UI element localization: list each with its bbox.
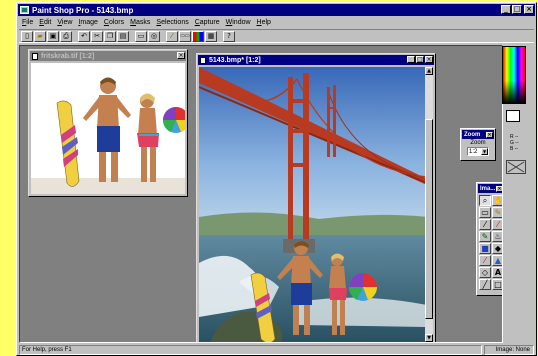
document-icon	[200, 56, 206, 64]
document-title: fritskrab.tif [1:2]	[41, 52, 95, 60]
tools-palette[interactable]: Ima... × ⌕ ✋ ▭ ✎ ⁄ ⁄ ✎ ♨ ■ ◆ ⁄ ▲ ◇ A ╱ □	[476, 182, 502, 296]
status-bar: For Help, press F1 Image: None	[19, 345, 534, 355]
brush-icon[interactable]: ⁄	[166, 30, 178, 42]
children-image	[31, 63, 185, 194]
title-bar[interactable]: Paint Shop Pro - 5143.bmp _ □ ×	[18, 4, 535, 16]
zoom-palette-title[interactable]: Zoom ×	[462, 130, 494, 139]
status-help-text: For Help, press F1	[19, 345, 482, 355]
minimize-icon[interactable]: _	[407, 56, 415, 63]
eraser-tool-icon[interactable]: ◆	[492, 243, 502, 254]
copy-icon[interactable]: ❐	[104, 30, 116, 42]
close-icon[interactable]: ×	[177, 52, 185, 59]
menu-bar: File Edit View Image Colors Masks Select…	[18, 17, 535, 27]
toolbar: ▯ ▰ ▣ ⎙ ↶ ✂ ❐ ▤ ▭ ◎ ⁄ ▭▭ ▦ ?	[19, 29, 534, 43]
airbrush-tool-icon[interactable]: ⁄	[479, 255, 491, 266]
document-controls: ×	[177, 52, 185, 59]
window-controls: _ □ ×	[501, 5, 534, 14]
transparent-swatch[interactable]	[506, 160, 526, 174]
color-replacer-tool-icon[interactable]: ■	[479, 243, 491, 254]
undo-icon[interactable]: ↶	[78, 30, 90, 42]
cut-icon[interactable]: ✂	[91, 30, 103, 42]
x-mark-icon	[507, 161, 525, 173]
menu-view[interactable]: View	[57, 19, 72, 26]
clone-tool-icon[interactable]: ✎	[479, 231, 491, 242]
document-title: 5143.bmp* [1:2]	[209, 56, 261, 64]
menu-image[interactable]: Image	[78, 19, 97, 26]
retouch-tool-icon[interactable]: ♨	[492, 231, 502, 242]
menu-colors[interactable]: Colors	[104, 19, 124, 26]
scroll-up-icon[interactable]: ▲	[425, 67, 433, 75]
menu-window[interactable]: Window	[226, 19, 251, 26]
zoom-select[interactable]: 1:2 ▼	[467, 147, 489, 156]
menu-edit[interactable]: Edit	[39, 19, 51, 26]
menu-masks[interactable]: Masks	[130, 19, 150, 26]
zoom-value: 1:2	[469, 148, 478, 155]
color-spectrum[interactable]	[502, 46, 526, 104]
color-icon[interactable]: ◎	[148, 30, 160, 42]
menu-selections[interactable]: Selections	[156, 19, 188, 26]
beach-ball-shape	[348, 273, 377, 301]
chevron-down-icon[interactable]: ▼	[481, 148, 488, 155]
document-title-bar[interactable]: 5143.bmp* [1:2]	[198, 55, 434, 65]
app-icon[interactable]	[20, 6, 29, 14]
help-icon[interactable]: ?	[223, 30, 235, 42]
image-canvas[interactable]	[31, 63, 185, 194]
rgb-readout: R -- G -- B --	[510, 134, 519, 152]
open-icon[interactable]: ▰	[34, 30, 46, 42]
save-icon[interactable]: ▣	[47, 30, 59, 42]
text-icon[interactable]: ▭▭	[179, 30, 191, 42]
image-canvas[interactable]	[199, 67, 425, 342]
line-tool-icon[interactable]: ╱	[479, 279, 491, 290]
fill-tool-icon[interactable]: ▲	[492, 255, 502, 266]
foreground-background-swatches[interactable]	[506, 110, 530, 130]
window-title: Paint Shop Pro - 5143.bmp	[32, 5, 134, 15]
document-icon	[32, 52, 38, 60]
golden-gate-composite-image	[199, 67, 425, 342]
vertical-scrollbar[interactable]: ▲ ▼	[425, 67, 433, 342]
tool-grid: ⌕ ✋ ▭ ✎ ⁄ ⁄ ✎ ♨ ■ ◆ ⁄ ▲ ◇ A ╱ □	[477, 194, 502, 291]
workspace: fritskrab.tif [1:2] × 5143.bmp* [1:2] _ …	[19, 45, 503, 343]
close-icon[interactable]: ×	[425, 56, 433, 63]
mover-tool-icon[interactable]: ✋	[492, 195, 502, 206]
menu-file[interactable]: File	[22, 19, 33, 26]
tools-palette-title[interactable]: Ima... ×	[478, 184, 502, 193]
maximize-icon[interactable]: □	[416, 56, 424, 63]
foreground-color-swatch[interactable]	[506, 110, 520, 122]
image-icon[interactable]: ▦	[205, 30, 217, 42]
new-icon[interactable]: ▯	[21, 30, 33, 42]
zoom-palette[interactable]: Zoom × Zoom 1:2 ▼	[460, 128, 496, 161]
menu-capture[interactable]: Capture	[195, 19, 220, 26]
close-button[interactable]: ×	[524, 5, 534, 14]
picture-tube-icon[interactable]: ◇	[479, 267, 491, 278]
zoom-label: Zoom	[470, 140, 486, 146]
minimize-button[interactable]: _	[501, 5, 511, 14]
status-image-info: Image: None	[484, 345, 534, 355]
shape-tool-icon[interactable]: □	[492, 279, 502, 290]
close-icon[interactable]: ×	[496, 185, 502, 192]
scroll-down-icon[interactable]: ▼	[425, 334, 433, 342]
lasso-tool-icon[interactable]: ✎	[492, 207, 502, 218]
selection-tool-icon[interactable]: ▭	[479, 207, 491, 218]
dropper-tool-icon[interactable]: ⁄	[479, 219, 491, 230]
color-bars-icon[interactable]	[192, 30, 204, 42]
paint-shop-pro-window: Paint Shop Pro - 5143.bmp _ □ × File Edi…	[16, 2, 537, 356]
print-icon[interactable]: ⎙	[60, 30, 72, 42]
paste-icon[interactable]: ▤	[117, 30, 129, 42]
blue-readout: B --	[510, 146, 519, 152]
scroll-thumb[interactable]	[425, 119, 433, 319]
zoom-tool-icon[interactable]: ⌕	[479, 195, 491, 206]
document-window-fritskrab[interactable]: fritskrab.tif [1:2] ×	[28, 49, 188, 197]
close-icon[interactable]: ×	[486, 131, 493, 138]
document-window-5143[interactable]: 5143.bmp* [1:2] _ □ × ▲ ▼	[196, 53, 436, 342]
paintbrush-tool-icon[interactable]: ⁄	[492, 219, 502, 230]
maximize-button[interactable]: □	[512, 5, 522, 14]
text-tool-icon[interactable]: A	[492, 267, 502, 278]
menu-help[interactable]: Help	[257, 19, 271, 26]
document-controls: _ □ ×	[407, 56, 433, 63]
document-title-bar[interactable]: fritskrab.tif [1:2]	[30, 51, 186, 61]
screen-icon[interactable]: ▭	[135, 30, 147, 42]
